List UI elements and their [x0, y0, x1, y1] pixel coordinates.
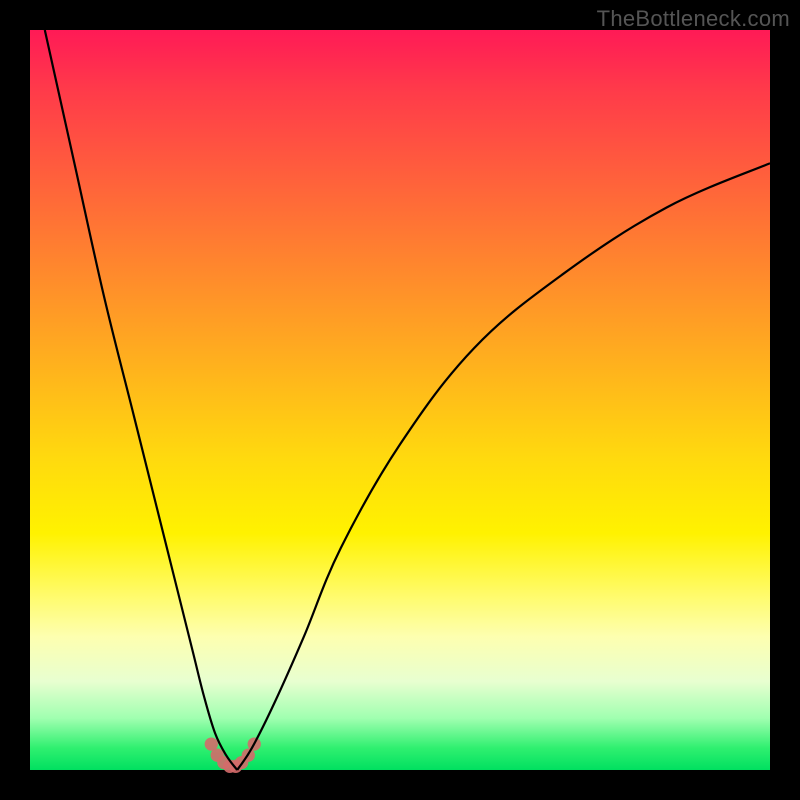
- marker-cluster: [205, 737, 261, 773]
- curve-svg: [30, 30, 770, 770]
- watermark-text: TheBottleneck.com: [597, 6, 790, 32]
- chart-frame: TheBottleneck.com: [0, 0, 800, 800]
- plot-area: [30, 30, 770, 770]
- curve-right-branch: [237, 163, 770, 770]
- curve-left-branch: [45, 30, 237, 770]
